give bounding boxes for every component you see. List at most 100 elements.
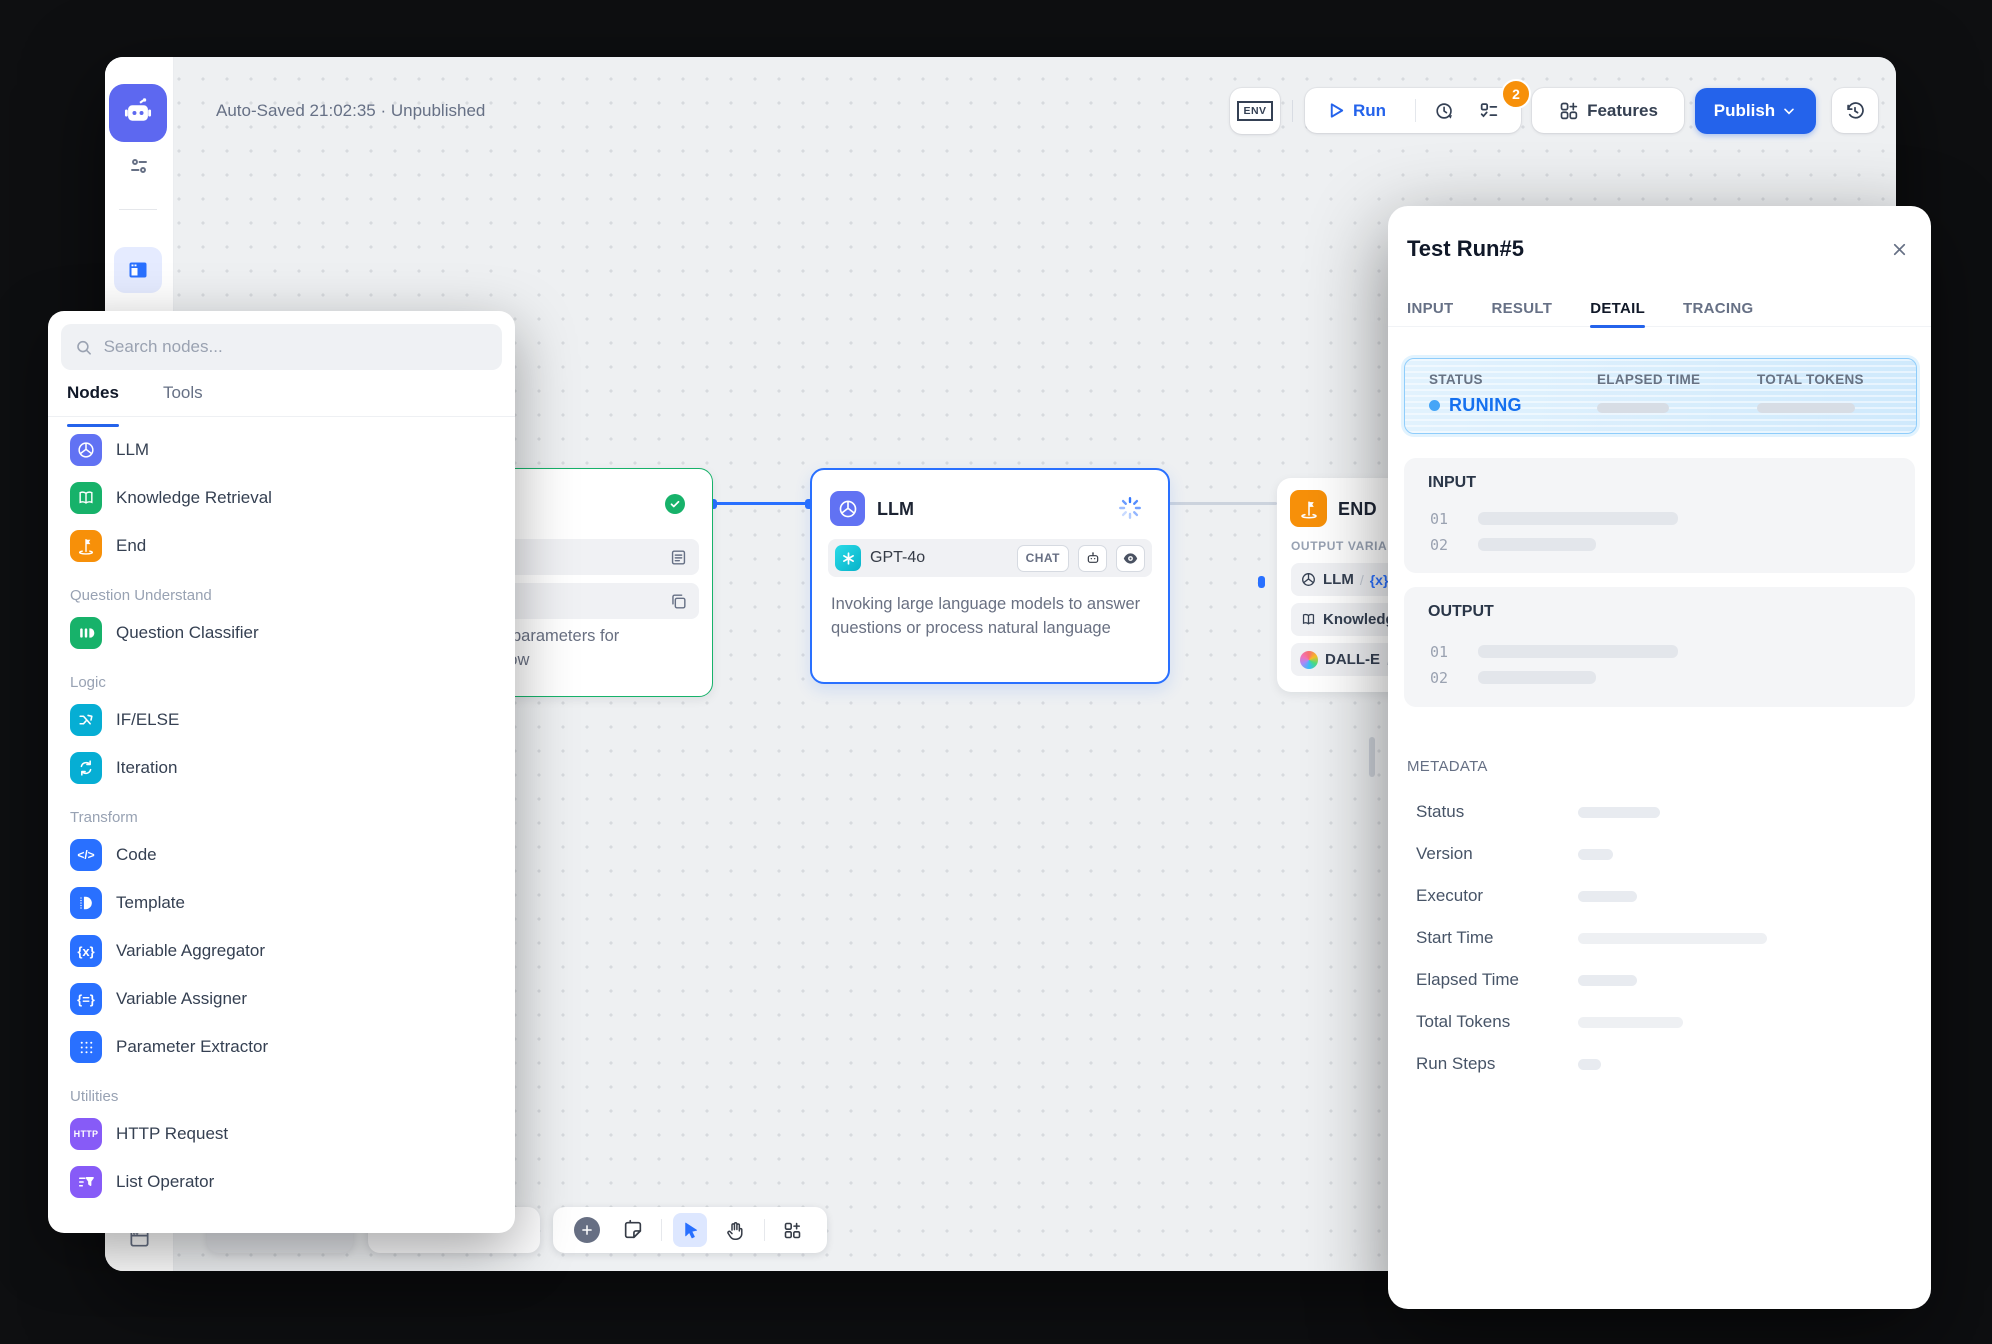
- robot-logo-icon: [121, 96, 155, 130]
- node-item-variable-aggregator[interactable]: {x} Variable Aggregator: [48, 927, 515, 975]
- add-node-button[interactable]: [570, 1213, 604, 1247]
- test-run-panel: Test Run#5 INPUT RESULT DETAIL TRACING S…: [1388, 206, 1931, 1309]
- robot-icon: [1085, 550, 1101, 566]
- variable-token: {x}: [1370, 572, 1389, 588]
- header-divider: [1292, 100, 1293, 122]
- meta-executor-label: Executor: [1416, 886, 1483, 906]
- template-icon: [70, 887, 102, 919]
- skeleton-bar: [1578, 891, 1637, 902]
- eye-icon: [1122, 550, 1139, 567]
- node-item-iteration[interactable]: Iteration: [48, 744, 515, 792]
- tab-detail[interactable]: DETAIL: [1590, 290, 1645, 326]
- row-index: 02: [1430, 669, 1448, 687]
- env-button[interactable]: ENV: [1230, 88, 1280, 134]
- run-label: Run: [1353, 101, 1386, 121]
- search-box: [61, 324, 502, 370]
- tab-tools[interactable]: Tools: [163, 383, 203, 416]
- tab-result[interactable]: RESULT: [1492, 290, 1553, 326]
- node-item-code[interactable]: </> Code: [48, 831, 515, 879]
- features-button[interactable]: Features: [1532, 88, 1684, 133]
- version-history-button[interactable]: [1832, 88, 1878, 133]
- end-node-title: END: [1338, 499, 1377, 520]
- row-index: 01: [1430, 643, 1448, 661]
- run-history-icon[interactable]: [1433, 99, 1457, 123]
- agent-badge: [1078, 545, 1107, 572]
- node-item-knowledge-retrieval[interactable]: Knowledge Retrieval: [48, 474, 515, 522]
- add-note-button[interactable]: [616, 1213, 650, 1247]
- sliders-icon: [127, 154, 151, 178]
- tab-nodes[interactable]: Nodes: [67, 383, 119, 416]
- node-item-variable-assigner[interactable]: {=} Variable Assigner: [48, 975, 515, 1023]
- hand-tool-button[interactable]: [718, 1213, 752, 1247]
- output-card: OUTPUT 01 02: [1404, 587, 1915, 707]
- app-logo[interactable]: [109, 84, 167, 142]
- page: Auto-Saved 21:02:35 · Unpublished ENV Ru…: [0, 0, 1992, 1344]
- list-filter-icon: [70, 1166, 102, 1198]
- input-title: INPUT: [1428, 474, 1476, 492]
- node-item-template[interactable]: Template: [48, 879, 515, 927]
- meta-version-label: Version: [1416, 844, 1473, 864]
- skeleton-bar: [1578, 1059, 1601, 1070]
- chevron-down-icon: [1781, 103, 1797, 119]
- autosave-status: Auto-Saved 21:02:35 · Unpublished: [216, 101, 485, 121]
- meta-elapsed-time-label: Elapsed Time: [1416, 970, 1519, 990]
- document-icon: [669, 548, 688, 567]
- skeleton-bar: [1578, 1017, 1683, 1028]
- toolbar-divider: [764, 1219, 765, 1241]
- code-icon: </>: [70, 839, 102, 871]
- skeleton-bar: [1597, 403, 1669, 413]
- book-icon: [1300, 611, 1317, 628]
- skeleton-bar: [1478, 645, 1678, 658]
- total-tokens-label: TOTAL TOKENS: [1757, 372, 1864, 387]
- node-item-if-else[interactable]: IF/ELSE: [48, 696, 515, 744]
- node-item-end[interactable]: End: [48, 522, 515, 570]
- llm-node[interactable]: LLM GPT-4o CHAT: [810, 468, 1170, 684]
- node-item-list-operator[interactable]: List Operator: [48, 1158, 515, 1206]
- run-toolbar: Run 2: [1305, 88, 1521, 133]
- section-question-understand: Question Understand: [48, 587, 515, 604]
- preferences-button[interactable]: [125, 152, 153, 180]
- skeleton-bar: [1478, 512, 1678, 525]
- model-selector[interactable]: GPT-4o CHAT: [828, 539, 1152, 577]
- flag-icon: [70, 530, 102, 562]
- panel-resize-handle[interactable]: [1369, 737, 1375, 777]
- copy-icon: [669, 592, 688, 611]
- organize-nodes-button[interactable]: [776, 1213, 810, 1247]
- braces-eq-icon: {=}: [70, 983, 102, 1015]
- tab-input[interactable]: INPUT: [1407, 290, 1454, 326]
- pointer-tool-button[interactable]: [673, 1213, 707, 1247]
- toolbar-divider: [661, 1219, 662, 1241]
- variable-source: LLM: [1323, 571, 1354, 588]
- publish-button[interactable]: Publish: [1695, 88, 1816, 134]
- metadata-title: METADATA: [1407, 758, 1488, 775]
- llm-node-description: Invoking large language models to answer…: [831, 592, 1153, 640]
- node-item-parameter-extractor[interactable]: Parameter Extractor: [48, 1023, 515, 1071]
- edge-connector[interactable]: [1258, 576, 1265, 588]
- skeleton-bar: [1478, 671, 1596, 684]
- cycle-icon: [70, 752, 102, 784]
- tab-tracing[interactable]: TRACING: [1683, 290, 1753, 326]
- node-item-http-request[interactable]: HTTP HTTP Request: [48, 1110, 515, 1158]
- elapsed-time-label: ELAPSED TIME: [1597, 372, 1700, 387]
- checklist-icon[interactable]: [1477, 99, 1501, 123]
- edge-llm-end: [1163, 502, 1277, 505]
- run-button[interactable]: Run: [1315, 88, 1398, 133]
- workflow-tool-active[interactable]: [114, 247, 162, 293]
- search-input[interactable]: [102, 336, 488, 358]
- brain-icon: [70, 434, 102, 466]
- node-item-llm[interactable]: LLM: [48, 426, 515, 474]
- organize-icon: [782, 1220, 803, 1241]
- test-run-tabs: INPUT RESULT DETAIL TRACING: [1388, 290, 1931, 327]
- variable-source: DALL-E: [1325, 651, 1380, 668]
- close-button[interactable]: [1886, 236, 1912, 262]
- section-logic: Logic: [48, 674, 515, 691]
- features-label: Features: [1587, 101, 1658, 121]
- node-item-question-classifier[interactable]: Question Classifier: [48, 609, 515, 657]
- meta-total-tokens-label: Total Tokens: [1416, 1012, 1510, 1032]
- openai-icon: [835, 545, 861, 571]
- llm-node-icon: [830, 491, 865, 526]
- section-utilities: Utilities: [48, 1088, 515, 1105]
- meta-start-time-label: Start Time: [1416, 928, 1493, 948]
- edge-start-llm: [713, 502, 811, 505]
- classifier-icon: [70, 617, 102, 649]
